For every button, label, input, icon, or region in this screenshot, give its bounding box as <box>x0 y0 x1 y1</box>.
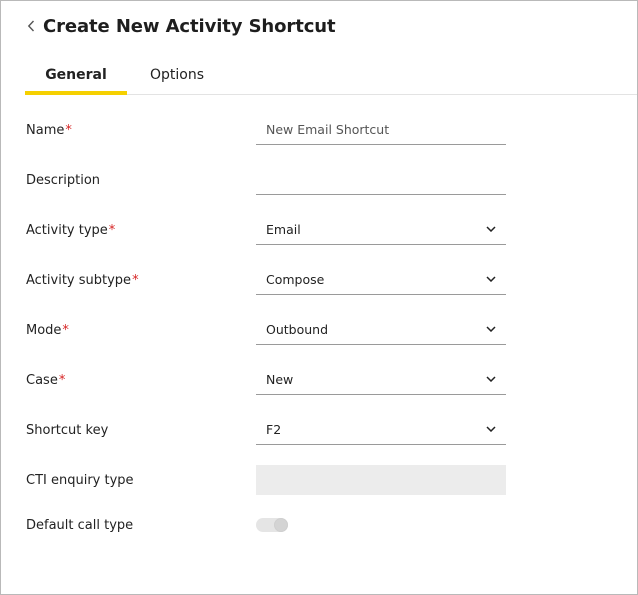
activity-subtype-value: Compose <box>266 272 325 287</box>
default-call-type-label-text: Default call type <box>26 517 134 533</box>
description-input[interactable] <box>256 165 506 195</box>
form-row-name: Name * New Email Shortcut <box>25 115 507 145</box>
name-input-value: New Email Shortcut <box>266 122 390 137</box>
chevron-down-icon <box>485 373 497 385</box>
name-label: Name * <box>26 115 72 145</box>
toggle-knob <box>274 518 288 532</box>
activity-type-label-text: Activity type <box>26 222 108 238</box>
activity-type-value: Email <box>266 222 301 237</box>
tab-general[interactable]: General <box>25 55 127 95</box>
active-tab-indicator <box>25 91 127 95</box>
mode-value: Outbound <box>266 322 329 337</box>
activity-subtype-label: Activity subtype * <box>26 265 139 295</box>
form-row-activity-subtype: Activity subtype * Compose <box>25 265 507 295</box>
cti-enquiry-type-field <box>256 465 506 495</box>
form-row-cti-enquiry-type: CTI enquiry type <box>25 465 507 495</box>
chevron-down-icon <box>485 273 497 285</box>
description-label-text: Description <box>26 172 101 188</box>
cti-enquiry-type-label: CTI enquiry type <box>26 465 134 495</box>
page-header: Create New Activity Shortcut <box>23 11 336 41</box>
page-title: Create New Activity Shortcut <box>43 15 336 37</box>
back-chevron-icon[interactable] <box>23 18 39 34</box>
required-marker: * <box>108 222 116 238</box>
activity-type-label: Activity type * <box>26 215 115 245</box>
required-marker: * <box>62 322 69 338</box>
case-label: Case * <box>26 365 65 395</box>
form-row-activity-type: Activity type * Email <box>25 215 507 245</box>
name-label-text: Name <box>26 122 65 138</box>
default-call-type-label: Default call type <box>26 510 133 540</box>
case-select[interactable]: New <box>256 365 506 395</box>
required-marker: * <box>65 122 72 138</box>
case-label-text: Case <box>26 372 58 388</box>
required-marker: * <box>132 272 139 288</box>
case-value: New <box>266 372 294 387</box>
required-marker: * <box>58 372 66 388</box>
chevron-down-icon <box>485 323 497 335</box>
shortcut-key-label: Shortcut key <box>26 415 108 445</box>
chevron-down-icon <box>485 423 497 435</box>
form-row-shortcut-key: Shortcut key F2 <box>25 415 507 445</box>
tab-options[interactable]: Options <box>137 55 217 95</box>
form-row-case: Case * New <box>25 365 507 395</box>
cti-enquiry-type-label-text: CTI enquiry type <box>26 472 134 488</box>
form-row-mode: Mode * Outbound <box>25 315 507 345</box>
form-row-description: Description <box>25 165 507 195</box>
default-call-type-toggle[interactable] <box>256 518 288 532</box>
mode-label: Mode * <box>26 315 69 345</box>
activity-subtype-select[interactable]: Compose <box>256 265 506 295</box>
shortcut-key-value: F2 <box>266 422 282 437</box>
form-row-default-call-type: Default call type <box>25 510 507 540</box>
shortcut-key-select[interactable]: F2 <box>256 415 506 445</box>
activity-type-select[interactable]: Email <box>256 215 506 245</box>
name-input[interactable]: New Email Shortcut <box>256 115 506 145</box>
activity-subtype-label-text: Activity subtype <box>26 272 132 288</box>
shortcut-key-label-text: Shortcut key <box>26 422 109 438</box>
tab-bar: General Options <box>25 55 637 95</box>
chevron-down-icon <box>485 223 497 235</box>
dialog-frame: Create New Activity Shortcut General Opt… <box>0 0 638 595</box>
mode-label-text: Mode <box>26 322 62 338</box>
description-label: Description <box>26 165 100 195</box>
mode-select[interactable]: Outbound <box>256 315 506 345</box>
